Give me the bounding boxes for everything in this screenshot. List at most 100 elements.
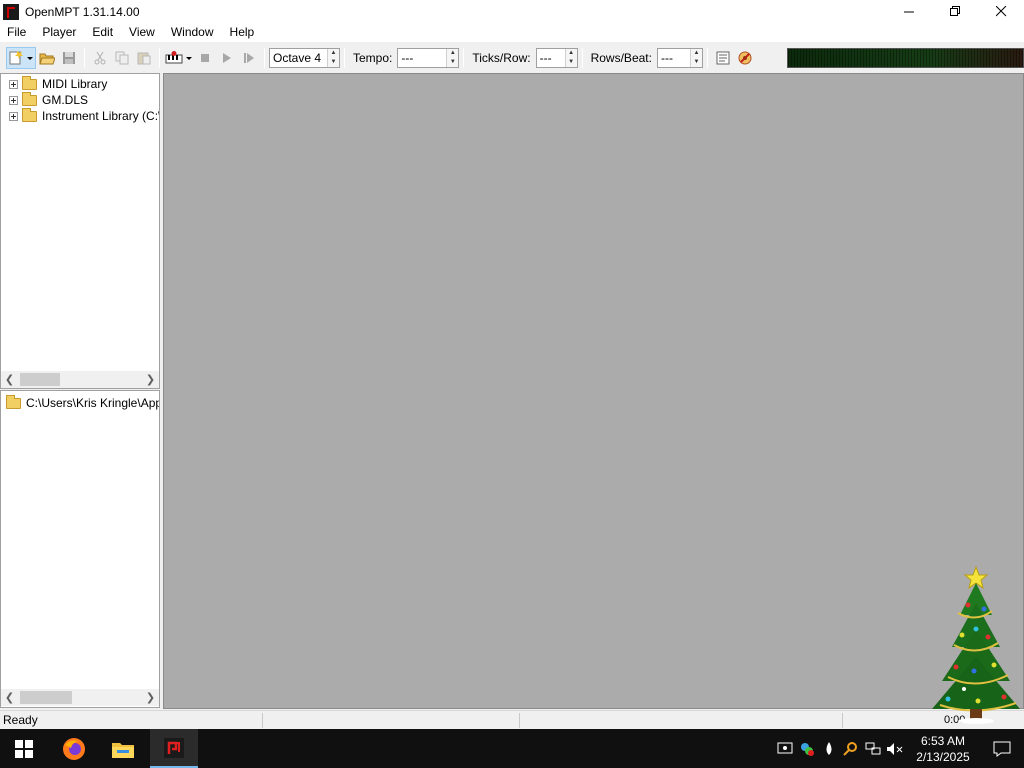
files-horizontal-scrollbar[interactable]: ❮ ❯ <box>1 689 159 706</box>
taskbar-openmpt[interactable] <box>150 729 198 768</box>
title-bar: OpenMPT 1.31.14.00 <box>0 0 1024 23</box>
tray-settings-icon[interactable] <box>774 738 796 760</box>
expand-icon[interactable] <box>9 79 18 89</box>
spin-down-icon[interactable]: ▼ <box>566 58 577 67</box>
spin-up-icon[interactable]: ▲ <box>328 49 339 58</box>
spin-up-icon[interactable]: ▲ <box>691 49 702 58</box>
toolbar-separator <box>706 48 708 68</box>
menu-edit[interactable]: Edit <box>84 23 121 42</box>
scroll-left-icon[interactable]: ❮ <box>1 691 18 704</box>
openmpt-icon <box>164 737 184 758</box>
play-button[interactable] <box>216 47 238 69</box>
tray-search-icon[interactable] <box>840 738 862 760</box>
spin-down-icon[interactable]: ▼ <box>447 58 458 67</box>
play-from-start-icon <box>244 53 254 63</box>
action-center-button[interactable] <box>980 738 1024 760</box>
toolbar-separator <box>463 48 465 68</box>
paste-clipboard-icon <box>137 52 151 65</box>
menu-bar: File Player Edit View Window Help <box>0 23 1024 42</box>
open-file-button[interactable] <box>36 47 58 69</box>
cut-button[interactable] <box>89 47 111 69</box>
tree-item-instrument-library[interactable]: Instrument Library (C:\Us <box>1 107 159 124</box>
file-path-item[interactable]: C:\Users\Kris Kringle\AppDa <box>1 394 159 411</box>
tray-drop-icon[interactable] <box>818 738 840 760</box>
keyboard-record-icon <box>165 51 192 64</box>
spin-down-icon[interactable]: ▼ <box>328 58 339 67</box>
taskbar-clock[interactable]: 6:53 AM 2/13/2025 <box>906 733 980 765</box>
tree-horizontal-scrollbar[interactable]: ❮ ❯ <box>1 371 159 388</box>
restore-button[interactable] <box>932 0 978 23</box>
play-from-start-button[interactable] <box>238 47 260 69</box>
openmpt-app-icon[interactable] <box>3 3 19 20</box>
new-file-button[interactable] <box>6 47 36 69</box>
rows-beat-label: Rows/Beat: <box>590 51 652 65</box>
scroll-thumb[interactable] <box>20 691 72 704</box>
paste-button[interactable] <box>133 47 155 69</box>
plugin-manager-button[interactable] <box>734 47 756 69</box>
start-button[interactable] <box>0 729 48 768</box>
ticks-row-spinner[interactable]: --- ▲ ▼ <box>535 48 578 68</box>
scroll-track[interactable] <box>18 372 142 387</box>
status-text: Ready <box>3 713 38 727</box>
spin-up-icon[interactable]: ▲ <box>447 49 458 58</box>
menu-help[interactable]: Help <box>222 23 263 42</box>
expand-icon[interactable] <box>9 95 18 105</box>
midi-record-button[interactable] <box>164 47 194 69</box>
tree-item-label: Instrument Library (C:\Us <box>42 109 159 123</box>
save-button[interactable] <box>58 47 80 69</box>
tray-network-alert-icon[interactable] <box>796 738 818 760</box>
tempo-spinner[interactable]: --- ▲ ▼ <box>397 48 460 68</box>
spin-up-icon[interactable]: ▲ <box>566 49 577 58</box>
tempo-label: Tempo: <box>353 51 393 65</box>
minimize-button[interactable] <box>886 0 932 23</box>
scroll-track[interactable] <box>18 690 142 705</box>
tempo-spin-arrows[interactable]: ▲ ▼ <box>446 49 459 67</box>
tree-item-gm-dls[interactable]: GM.DLS <box>1 91 88 108</box>
taskbar-file-explorer[interactable] <box>99 729 147 768</box>
folder-icon <box>22 75 37 90</box>
ticks-row-spin-arrows[interactable]: ▲ ▼ <box>564 49 577 67</box>
octave-spinner[interactable]: Octave 4 ▲ ▼ <box>269 48 340 68</box>
new-file-icon <box>9 51 33 65</box>
toolbar-separator <box>159 48 160 68</box>
rows-beat-value: --- <box>660 51 673 65</box>
menu-window[interactable]: Window <box>163 23 222 42</box>
menu-file[interactable]: File <box>0 23 34 42</box>
file-explorer-icon <box>112 742 134 758</box>
octave-spin-arrows[interactable]: ▲ ▼ <box>327 49 339 67</box>
close-button[interactable] <box>978 0 1024 23</box>
tray-network-icon[interactable] <box>862 738 884 760</box>
tree-item-label: MIDI Library <box>42 77 108 91</box>
system-tray: 6:53 AM 2/13/2025 <box>774 729 1024 768</box>
spin-down-icon[interactable]: ▼ <box>691 58 702 67</box>
scroll-thumb[interactable] <box>20 373 60 386</box>
mdi-workspace[interactable] <box>163 73 1024 709</box>
status-bar: Ready 0:00 <box>0 710 1024 729</box>
scroll-right-icon[interactable]: ❯ <box>142 691 159 704</box>
tree-item-midi-library[interactable]: MIDI Library <box>1 75 108 92</box>
window-title: OpenMPT 1.31.14.00 <box>25 4 140 19</box>
copy-button[interactable] <box>111 47 133 69</box>
toolbar-separator <box>344 48 345 68</box>
scroll-right-icon[interactable]: ❯ <box>142 373 159 386</box>
file-browser-pane: C:\Users\Kris Kringle\AppDa ❮ ❯ <box>0 390 160 708</box>
menu-view[interactable]: View <box>121 23 163 42</box>
clock-date: 2/13/2025 <box>916 749 970 764</box>
open-folder-icon <box>39 53 55 65</box>
status-divider <box>519 713 520 728</box>
properties-sheet-icon <box>716 51 730 65</box>
status-divider <box>842 713 843 728</box>
taskbar-firefox[interactable] <box>50 729 98 768</box>
rows-beat-spin-arrows[interactable]: ▲ ▼ <box>689 49 702 67</box>
status-divider <box>262 713 263 728</box>
menu-player[interactable]: Player <box>34 23 84 42</box>
song-properties-button[interactable] <box>712 47 734 69</box>
scroll-left-icon[interactable]: ❮ <box>1 373 18 386</box>
tray-volume-muted-icon[interactable] <box>884 738 906 760</box>
stop-button[interactable] <box>194 47 216 69</box>
expand-icon[interactable] <box>9 111 18 121</box>
firefox-icon <box>63 737 85 760</box>
play-icon <box>223 53 231 63</box>
rows-beat-spinner[interactable]: --- ▲ ▼ <box>656 48 703 68</box>
octave-value: Octave 4 <box>273 51 322 65</box>
